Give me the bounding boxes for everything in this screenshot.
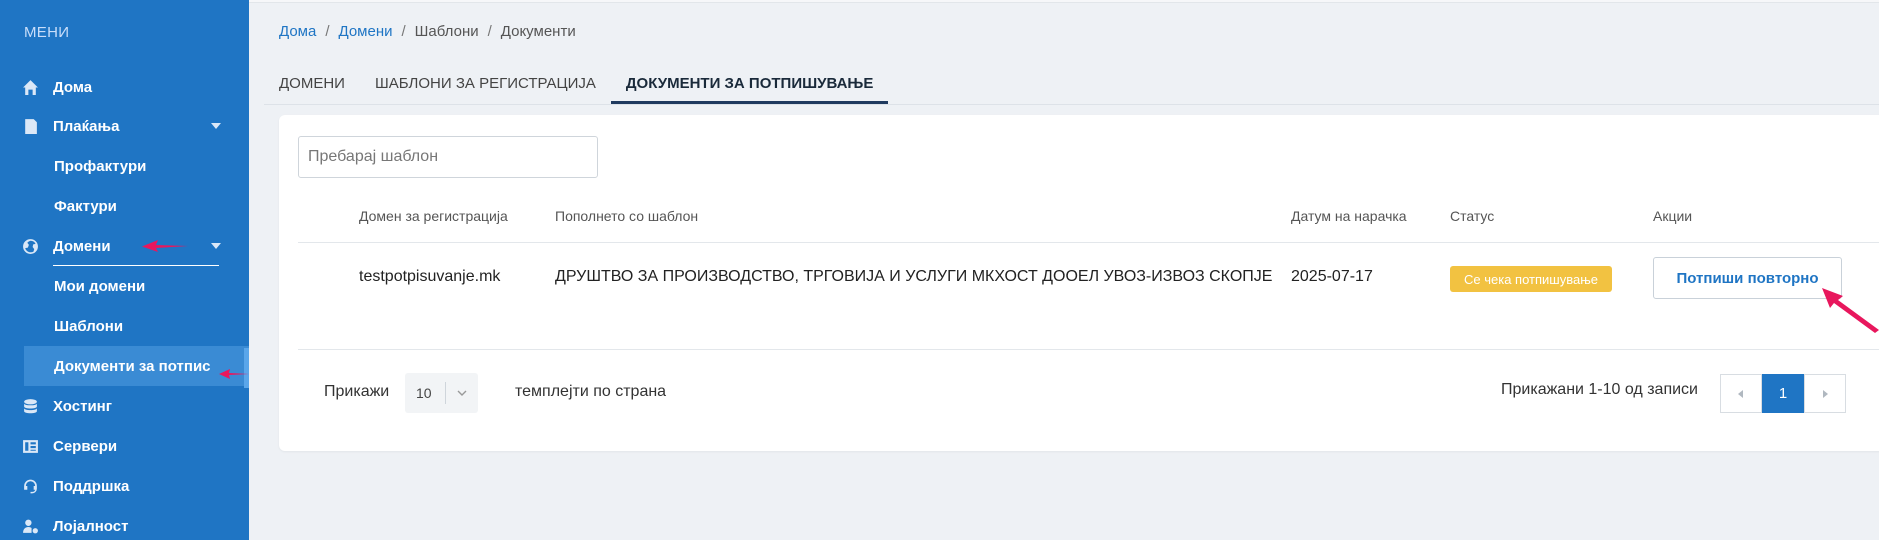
annotation-arrow-icon — [1822, 288, 1879, 333]
chevron-left-icon — [1738, 389, 1743, 398]
breadcrumb-separator: / — [325, 23, 330, 40]
sidebar-item-label: Поддршка — [53, 477, 130, 495]
sidebar-item-label: Лојалност — [53, 517, 129, 535]
per-page-select[interactable]: 10 — [405, 373, 478, 413]
server-icon — [0, 438, 53, 455]
sidebar-item-label: Хостинг — [53, 397, 112, 415]
table-bottom-divider — [298, 349, 1879, 350]
sidebar-item-invoices[interactable]: Фактури — [54, 186, 249, 226]
column-header-actions: Акции — [1653, 208, 1693, 224]
column-header-date: Датум на нарачка — [1291, 208, 1407, 224]
column-header-status: Статус — [1450, 208, 1495, 224]
user-cog-icon — [0, 518, 53, 535]
invoice-icon — [0, 118, 53, 135]
per-page-value: 10 — [416, 385, 432, 401]
globe-icon — [0, 238, 53, 255]
sidebar-item-documents-for-signing[interactable]: Документи за потпис — [24, 346, 249, 386]
next-page-button[interactable] — [1804, 374, 1846, 413]
column-header-template: Пополнето со шаблон — [555, 208, 699, 224]
sidebar-item-domains[interactable]: Домени — [0, 226, 249, 266]
sidebar-item-label: Дома — [53, 78, 93, 96]
breadcrumb: Дома / Домени / Шаблони / Документи — [279, 23, 576, 40]
annotation-arrow-icon — [219, 369, 249, 379]
page-button-current[interactable]: 1 — [1762, 374, 1804, 413]
tab-documents-for-signing[interactable]: ДОКУМЕНТИ ЗА ПОТПИШУВАЊЕ — [610, 70, 889, 104]
per-page-label: темплејти по страна — [515, 383, 667, 400]
breadcrumb-templates: Шаблони — [414, 23, 479, 40]
status-badge: Се чека потпишување — [1450, 266, 1612, 292]
headset-icon — [0, 478, 53, 495]
search-input[interactable] — [298, 136, 598, 178]
sign-again-button[interactable]: Потпиши повторно — [1653, 257, 1842, 299]
sidebar-item-hosting[interactable]: Хостинг — [0, 386, 249, 426]
sidebar-item-loyalty[interactable]: Лојалност — [0, 506, 249, 540]
tabs-divider — [264, 104, 1879, 105]
breadcrumb-home[interactable]: Дома — [279, 23, 316, 40]
cell-template: ДРУШТВО ЗА ПРОИЗВОДСТВО, ТРГОВИЈА И УСЛУ… — [555, 268, 1273, 285]
sidebar-item-home[interactable]: Дома — [0, 67, 249, 107]
cell-domain: testpotpisuvanje.mk — [359, 268, 501, 285]
tab-registration-templates[interactable]: ШАБЛОНИ ЗА РЕГИСТРАЦИЈА — [360, 70, 611, 104]
top-strip — [249, 0, 1879, 3]
breadcrumb-documents: Документи — [500, 23, 576, 40]
menu-title: МЕНИ — [24, 24, 70, 41]
documents-card: Домен за регистрација Пополнето со шабло… — [279, 115, 1879, 451]
sidebar-item-templates[interactable]: Шаблони — [54, 306, 249, 346]
chevron-down-icon — [446, 387, 478, 399]
cell-date: 2025-07-17 — [1291, 268, 1373, 285]
sidebar-item-servers[interactable]: Сервери — [0, 426, 249, 466]
breadcrumb-separator: / — [401, 23, 406, 40]
sidebar-item-label: Сервери — [53, 437, 118, 455]
pagination: 1 — [1720, 374, 1846, 413]
prev-page-button[interactable] — [1720, 374, 1762, 413]
sidebar-item-label: Домени — [53, 237, 111, 255]
show-label: Прикажи — [324, 383, 390, 400]
tab-domains[interactable]: ДОМЕНИ — [264, 70, 360, 104]
column-header-domain: Домен за регистрација — [359, 208, 508, 224]
sidebar-item-support[interactable]: Поддршка — [0, 466, 249, 506]
annotation-arrow-icon — [142, 240, 188, 252]
database-icon — [0, 398, 53, 415]
chevron-down-icon — [211, 243, 221, 249]
records-shown-label: Прикажани 1-10 од записи — [1501, 381, 1698, 398]
home-icon — [0, 79, 53, 96]
breadcrumb-separator: / — [487, 23, 492, 40]
sidebar-item-label: Плаќања — [53, 117, 120, 135]
table-header-divider — [298, 242, 1879, 243]
sidebar-item-payments[interactable]: Плаќања — [0, 106, 249, 146]
chevron-right-icon — [1823, 389, 1828, 398]
chevron-down-icon — [211, 123, 221, 129]
tabs: ДОМЕНИ ШАБЛОНИ ЗА РЕГИСТРАЦИЈА ДОКУМЕНТИ… — [264, 70, 889, 104]
sidebar-item-proforma[interactable]: Профактури — [54, 146, 249, 186]
sidebar: МЕНИ Дома Плаќања Профактури Фактури Дом… — [0, 0, 249, 540]
breadcrumb-domains[interactable]: Домени — [339, 23, 393, 40]
sidebar-item-my-domains[interactable]: Мои домени — [54, 266, 249, 306]
